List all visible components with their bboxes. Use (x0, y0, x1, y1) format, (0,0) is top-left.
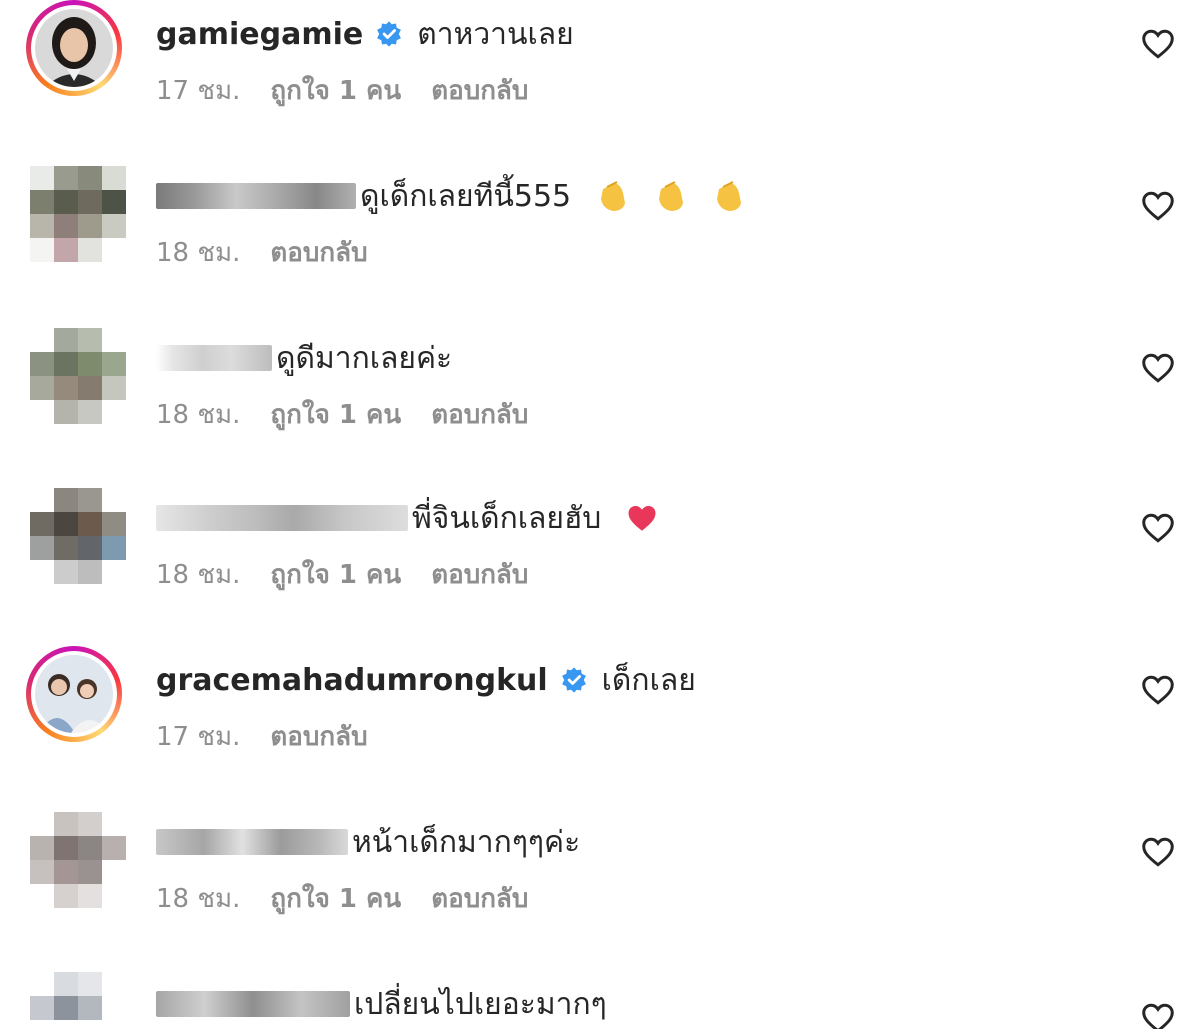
avatar[interactable] (26, 968, 126, 1029)
blurred-username[interactable] (156, 829, 348, 855)
comment-text: ดูเด็กเลยทีนี้555 (360, 178, 572, 214)
reply-button[interactable]: ตอบกลับ (431, 394, 528, 435)
verified-badge-icon (561, 667, 586, 693)
comment-time: 18 ชม. (156, 560, 241, 590)
username[interactable]: gamiegamie (156, 17, 363, 52)
reply-button[interactable]: ตอบกลับ (431, 554, 528, 595)
heart-outline-icon[interactable] (1140, 834, 1176, 870)
comment-likes[interactable]: ถูกใจ 1 คน (270, 554, 401, 595)
reply-button[interactable]: ตอบกลับ (431, 70, 528, 111)
reply-button[interactable]: ตอบกลับ (270, 716, 367, 757)
avatar[interactable] (26, 324, 126, 424)
comment-text: หน้าเด็กมากๆๆค่ะ (352, 824, 581, 860)
comment-item: ดูดีมากเลยค่ะ 18 ชม. ถูกใจ 1 คน ตอบกลับ (0, 324, 1200, 464)
red-heart-emoji-icon (628, 505, 656, 531)
blurred-username[interactable] (156, 183, 356, 209)
heart-outline-icon[interactable] (1140, 510, 1176, 546)
comment-text: เด็กเลย (601, 662, 696, 698)
heart-outline-icon[interactable] (1140, 1000, 1176, 1029)
blurred-username[interactable] (156, 505, 408, 531)
avatar[interactable] (26, 162, 126, 262)
comment-text: เปลี่ยนไปเยอะมากๆ (354, 986, 607, 1022)
avatar[interactable] (26, 0, 122, 96)
comment-item: gracemahadumrongkul เด็กเลย 17 ชม. ตอบกล… (0, 646, 1200, 786)
comment-text: ตาหวานเลย (417, 16, 574, 52)
heart-outline-icon[interactable] (1140, 350, 1176, 386)
comment-item: หน้าเด็กมากๆๆค่ะ 18 ชม. ถูกใจ 1 คน ตอบกล… (0, 808, 1200, 948)
comment-item: เปลี่ยนไปเยอะมากๆ (0, 968, 1200, 1029)
comment-likes[interactable]: ถูกใจ 1 คน (270, 878, 401, 919)
heart-outline-icon[interactable] (1140, 188, 1176, 224)
avatar[interactable] (26, 646, 122, 742)
comment-time: 17 ชม. (156, 722, 241, 752)
reply-button[interactable]: ตอบกลับ (431, 878, 528, 919)
comment-likes[interactable]: ถูกใจ 1 คน (270, 70, 401, 111)
comment-text: พี่จินเด็กเลยฮับ (412, 500, 602, 536)
comment-list: gamiegamie ตาหวานเลย 17 ชม. ถูกใจ 1 คน ต… (0, 0, 1200, 1029)
heart-outline-icon[interactable] (1140, 672, 1176, 708)
reply-button[interactable]: ตอบกลับ (270, 232, 367, 273)
comment-time: 17 ชม. (156, 76, 241, 106)
comment-item: พี่จินเด็กเลยฮับ 18 ชม. ถูกใจ 1 คน ตอบกล… (0, 484, 1200, 624)
comment-likes[interactable]: ถูกใจ 1 คน (270, 394, 401, 435)
blurred-username[interactable] (156, 991, 350, 1017)
comment-time: 18 ชม. (156, 238, 241, 268)
comment-item: ดูเด็กเลยทีนี้555 18 ชม. ตอบกลับ (0, 162, 1200, 302)
comment-time: 18 ชม. (156, 400, 241, 430)
verified-badge-icon (377, 21, 402, 47)
avatar[interactable] (26, 808, 126, 908)
heart-outline-icon[interactable] (1140, 26, 1176, 62)
clapping-hands-emoji-icon (717, 181, 742, 211)
clapping-hands-emoji-icon (601, 181, 626, 211)
avatar[interactable] (26, 484, 126, 584)
comment-time: 18 ชม. (156, 884, 241, 914)
comment-item: gamiegamie ตาหวานเลย 17 ชม. ถูกใจ 1 คน ต… (0, 0, 1200, 140)
username[interactable]: gracemahadumrongkul (156, 663, 548, 698)
blurred-username[interactable] (156, 345, 272, 371)
clapping-hands-emoji-icon (659, 181, 684, 211)
comment-text: ดูดีมากเลยค่ะ (276, 340, 453, 376)
